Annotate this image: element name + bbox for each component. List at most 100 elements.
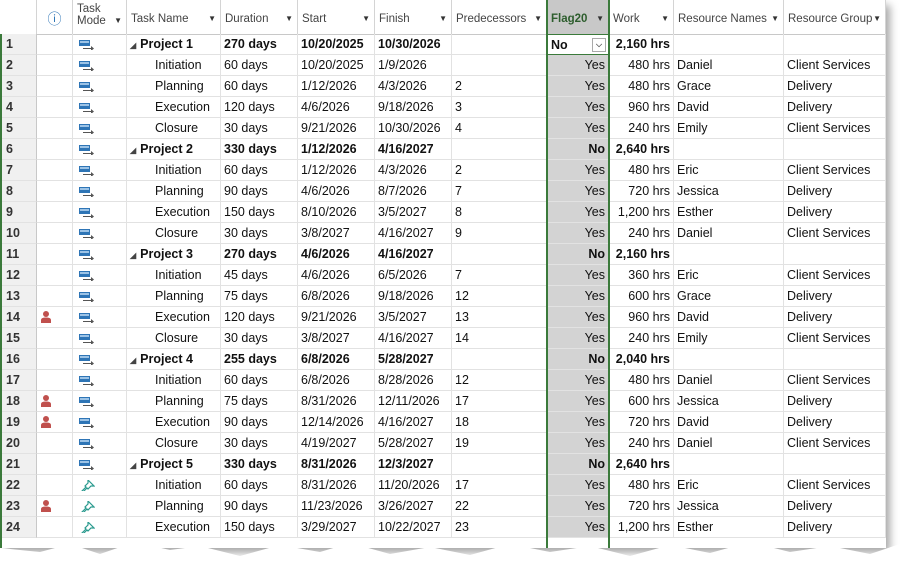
work-cell[interactable]: 960 hrs [609, 97, 674, 118]
duration-cell[interactable]: 60 days [221, 370, 298, 391]
resource-names-cell[interactable] [674, 244, 784, 265]
work-cell[interactable]: 720 hrs [609, 412, 674, 433]
resource-group-cell[interactable]: Client Services [784, 475, 886, 496]
resource-group-cell[interactable]: Delivery [784, 76, 886, 97]
start-cell[interactable]: 10/20/2025 [298, 55, 375, 76]
table-row[interactable]: 13 Planning 75 days 6/8/2026 9/18/2026 12 Yes 6… [0, 286, 886, 307]
predecessors-cell[interactable]: 7 [452, 265, 547, 286]
resource-names-cell[interactable]: Jessica [674, 391, 784, 412]
table-row[interactable]: 9 Execution 150 days 8/10/2026 3/5/2027 8 Yes 1… [0, 202, 886, 223]
start-cell[interactable]: 8/31/2026 [298, 454, 375, 475]
duration-cell[interactable]: 75 days [221, 286, 298, 307]
header-predecessors[interactable]: Predecessors ▼ [452, 0, 547, 34]
resource-names-cell[interactable]: Eric [674, 265, 784, 286]
predecessors-cell[interactable] [452, 349, 547, 370]
resource-names-cell[interactable] [674, 34, 784, 55]
task-name-cell[interactable]: Closure [127, 433, 221, 454]
filter-arrow-icon[interactable]: ▼ [873, 14, 881, 23]
predecessors-cell[interactable]: 17 [452, 391, 547, 412]
flag20-cell[interactable]: Yes [547, 223, 609, 244]
table-row[interactable]: 23 Planning 90 days 11/23/2026 3/26/2027 22 Ye… [0, 496, 886, 517]
resource-names-cell[interactable] [674, 139, 784, 160]
finish-cell[interactable]: 4/16/2027 [375, 244, 452, 265]
task-mode-cell[interactable] [73, 370, 127, 391]
finish-cell[interactable]: 9/18/2026 [375, 286, 452, 307]
finish-cell[interactable]: 6/5/2026 [375, 265, 452, 286]
table-row[interactable]: 6 ◢ Project 2 330 days 1/12/2026 4/16/2027 No 2… [0, 139, 886, 160]
filter-arrow-icon[interactable]: ▼ [114, 15, 122, 27]
start-cell[interactable]: 4/6/2026 [298, 97, 375, 118]
work-cell[interactable]: 240 hrs [609, 433, 674, 454]
resource-names-cell[interactable]: Emily [674, 328, 784, 349]
work-cell[interactable]: 480 hrs [609, 160, 674, 181]
work-cell[interactable]: 240 hrs [609, 223, 674, 244]
duration-cell[interactable]: 330 days [221, 139, 298, 160]
start-cell[interactable]: 6/8/2026 [298, 349, 375, 370]
resource-group-cell[interactable]: Delivery [784, 307, 886, 328]
start-cell[interactable]: 9/21/2026 [298, 307, 375, 328]
collapse-triangle-icon[interactable]: ◢ [130, 41, 136, 50]
start-cell[interactable]: 4/6/2026 [298, 265, 375, 286]
flag20-cell[interactable]: Yes [547, 76, 609, 97]
work-cell[interactable]: 240 hrs [609, 118, 674, 139]
finish-cell[interactable]: 4/3/2026 [375, 76, 452, 97]
table-row[interactable]: 10 Closure 30 days 3/8/2027 4/16/2027 9 Yes 240… [0, 223, 886, 244]
flag20-cell[interactable]: No [547, 139, 609, 160]
finish-cell[interactable]: 4/16/2027 [375, 223, 452, 244]
task-name-cell[interactable]: ◢ Project 2 [127, 139, 221, 160]
finish-cell[interactable]: 9/18/2026 [375, 97, 452, 118]
table-row[interactable]: 20 Closure 30 days 4/19/2027 5/28/2027 19 Yes 2… [0, 433, 886, 454]
resource-names-cell[interactable]: Esther [674, 202, 784, 223]
resource-group-cell[interactable]: Client Services [784, 223, 886, 244]
flag20-cell[interactable]: Yes [547, 97, 609, 118]
header-task-mode[interactable]: Task Mode ▼ [73, 0, 127, 34]
task-mode-cell[interactable] [73, 391, 127, 412]
start-cell[interactable]: 1/12/2026 [298, 160, 375, 181]
duration-cell[interactable]: 330 days [221, 454, 298, 475]
start-cell[interactable]: 10/20/2025 [298, 34, 375, 55]
resource-group-cell[interactable]: Client Services [784, 160, 886, 181]
table-row[interactable]: 18 Planning 75 days 8/31/2026 12/11/2026 17 Ye… [0, 391, 886, 412]
table-row[interactable]: 3 Planning 60 days 1/12/2026 4/3/2026 2 Yes 480… [0, 76, 886, 97]
resource-group-cell[interactable]: Delivery [784, 496, 886, 517]
flag20-cell[interactable]: No [547, 244, 609, 265]
predecessors-cell[interactable]: 17 [452, 475, 547, 496]
flag20-cell[interactable]: No [547, 349, 609, 370]
filter-arrow-icon[interactable]: ▼ [596, 14, 604, 23]
work-cell[interactable]: 2,640 hrs [609, 454, 674, 475]
task-mode-cell[interactable] [73, 34, 127, 55]
resource-names-cell[interactable]: Grace [674, 286, 784, 307]
finish-cell[interactable]: 3/26/2027 [375, 496, 452, 517]
predecessors-cell[interactable]: 8 [452, 202, 547, 223]
chevron-down-icon[interactable]: ⌵ [592, 38, 606, 52]
work-cell[interactable]: 480 hrs [609, 370, 674, 391]
flag20-cell[interactable]: Yes [547, 328, 609, 349]
work-cell[interactable]: 480 hrs [609, 76, 674, 97]
finish-cell[interactable]: 3/5/2027 [375, 202, 452, 223]
predecessors-cell[interactable]: 3 [452, 97, 547, 118]
resource-names-cell[interactable]: David [674, 307, 784, 328]
duration-cell[interactable]: 90 days [221, 496, 298, 517]
resource-group-cell[interactable]: Delivery [784, 181, 886, 202]
finish-cell[interactable]: 4/16/2027 [375, 139, 452, 160]
resource-names-cell[interactable] [674, 454, 784, 475]
flag20-cell[interactable]: Yes [547, 496, 609, 517]
table-row[interactable]: 2 Initiation 60 days 10/20/2025 1/9/2026 Yes 4… [0, 55, 886, 76]
filter-arrow-icon[interactable]: ▼ [661, 14, 669, 23]
task-mode-cell[interactable] [73, 349, 127, 370]
predecessors-cell[interactable]: 7 [452, 181, 547, 202]
finish-cell[interactable]: 4/16/2027 [375, 328, 452, 349]
predecessors-cell[interactable]: 2 [452, 76, 547, 97]
work-cell[interactable]: 600 hrs [609, 286, 674, 307]
task-mode-cell[interactable] [73, 97, 127, 118]
finish-cell[interactable]: 1/9/2026 [375, 55, 452, 76]
filter-arrow-icon[interactable]: ▼ [285, 14, 293, 23]
task-name-cell[interactable]: Execution [127, 412, 221, 433]
resource-names-cell[interactable]: Jessica [674, 181, 784, 202]
resource-group-cell[interactable] [784, 454, 886, 475]
resource-names-cell[interactable] [674, 349, 784, 370]
start-cell[interactable]: 3/8/2027 [298, 223, 375, 244]
finish-cell[interactable]: 4/3/2026 [375, 160, 452, 181]
task-mode-cell[interactable] [73, 475, 127, 496]
task-name-cell[interactable]: Execution [127, 202, 221, 223]
